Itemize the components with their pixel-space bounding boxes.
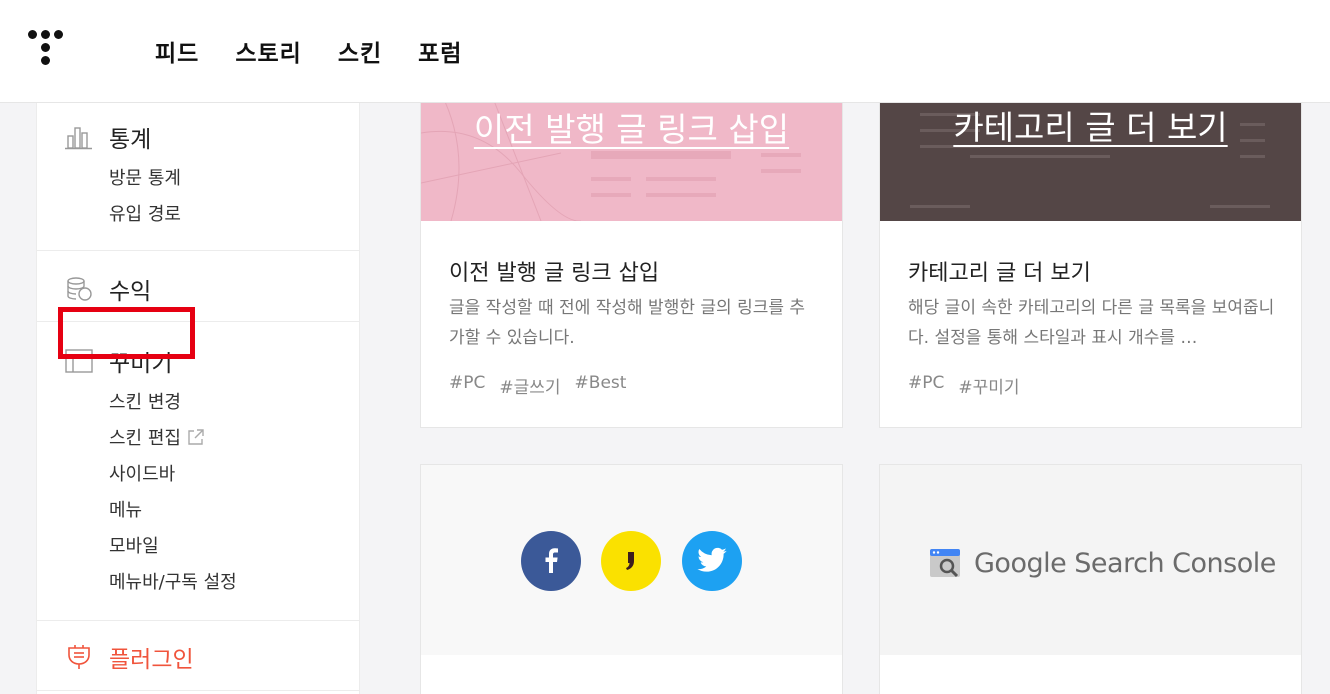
card-thumbnail-title: Google Search Console (974, 547, 1276, 579)
sidebar-stats-title: 통계 (109, 127, 152, 153)
facebook-icon (521, 531, 581, 591)
nav-skin[interactable]: 스킨 (338, 34, 382, 68)
highlight-box (58, 307, 195, 359)
sidebar-item-sidebar[interactable]: 사이드바 (109, 460, 175, 486)
sidebar-section-stats: 통계 방문 통계 유입 경로 (37, 103, 359, 251)
bar-chart-icon (65, 127, 92, 150)
sidebar-item-menubar-subscribe[interactable]: 메뉴바/구독 설정 (109, 568, 237, 594)
main-nav: 피드 스토리 스킨 포럼 (155, 34, 462, 68)
sidebar-item-menu[interactable]: 메뉴 (109, 496, 142, 522)
sidebar-revenue-title: 수익 (109, 279, 152, 305)
plugin-card-sns-share[interactable] (420, 464, 843, 694)
plugin-card-prev-post-link[interactable]: 이전 발행 글 링크 삽입 이전 발행 글 링크 삽입 글을 작성할 때 전에 … (420, 92, 843, 428)
card-tag: #글쓰기 (499, 378, 561, 398)
card-title: 이전 발행 글 링크 삽입 (449, 261, 660, 286)
sidebar-item-mobile[interactable]: 모바일 (109, 532, 159, 558)
card-thumbnail-title: 카테고리 글 더 보기 (953, 108, 1228, 147)
sidebar-item-skin-edit-label: 스킨 편집 (109, 428, 181, 449)
sidebar-section-decorate: 꾸미기 스킨 변경 스킨 편집 사이드바 메뉴 모바일 메뉴바/구독 설정 (37, 322, 359, 621)
sidebar-stats-header[interactable]: 통계 (65, 120, 151, 154)
nav-feed[interactable]: 피드 (155, 34, 199, 68)
tistory-logo[interactable] (28, 30, 68, 70)
card-tag: #꾸미기 (958, 378, 1020, 398)
google-search-console-logo: Google Search Console (928, 545, 1276, 581)
kakao-icon (601, 531, 661, 591)
coins-icon (67, 277, 92, 301)
nav-forum[interactable]: 포럼 (418, 34, 462, 68)
external-link-icon (188, 429, 204, 445)
twitter-icon (682, 531, 742, 591)
card-thumbnail: Google Search Console (880, 465, 1301, 655)
sidebar-item-skin-edit[interactable]: 스킨 편집 (109, 424, 205, 450)
card-tags: #PC #꾸미기 (908, 373, 1020, 398)
plugin-card-google-search-console[interactable]: Google Search Console (879, 464, 1302, 694)
card-description: 해당 글이 속한 카테고리의 다른 글 목록을 보여줍니다. 설정을 통해 스타… (908, 298, 1275, 348)
sidebar-item-referrer[interactable]: 유입 경로 (109, 200, 181, 226)
sidebar-item-visit-stats[interactable]: 방문 통계 (109, 164, 181, 190)
card-thumbnail (421, 465, 842, 655)
plug-icon (68, 645, 90, 669)
top-header: 피드 스토리 스킨 포럼 (0, 0, 1330, 103)
card-description: 글을 작성할 때 전에 작성해 발행한 글의 링크를 추가할 수 있습니다. (449, 298, 806, 348)
card-tag: #PC (449, 373, 486, 393)
card-thumbnail: 카테고리 글 더 보기 (880, 93, 1301, 221)
search-console-icon (930, 549, 960, 578)
sidebar-plugin-header[interactable]: 플러그인 (65, 640, 194, 674)
sidebar-section-plugin: 플러그인 (37, 621, 359, 691)
card-title: 카테고리 글 더 보기 (908, 261, 1091, 286)
plugin-card-category-more[interactable]: 카테고리 글 더 보기 카테고리 글 더 보기 해당 글이 속한 카테고리의 다… (879, 92, 1302, 428)
sidebar-item-skin-change[interactable]: 스킨 변경 (109, 388, 181, 414)
sidebar-plugin-title: 플러그인 (109, 647, 194, 673)
card-tag: #PC (908, 373, 945, 393)
card-thumbnail: 이전 발행 글 링크 삽입 (421, 93, 842, 221)
card-tag: #Best (574, 373, 627, 393)
sidebar-revenue-header[interactable]: 수익 (65, 272, 151, 306)
nav-story[interactable]: 스토리 (235, 34, 301, 68)
card-tags: #PC #글쓰기 #Best (449, 373, 626, 398)
sidebar: 통계 방문 통계 유입 경로 수익 꾸미기 스킨 변경 스킨 편집 사이드바 메… (36, 103, 360, 694)
card-thumbnail-title: 이전 발행 글 링크 삽입 (473, 110, 790, 149)
